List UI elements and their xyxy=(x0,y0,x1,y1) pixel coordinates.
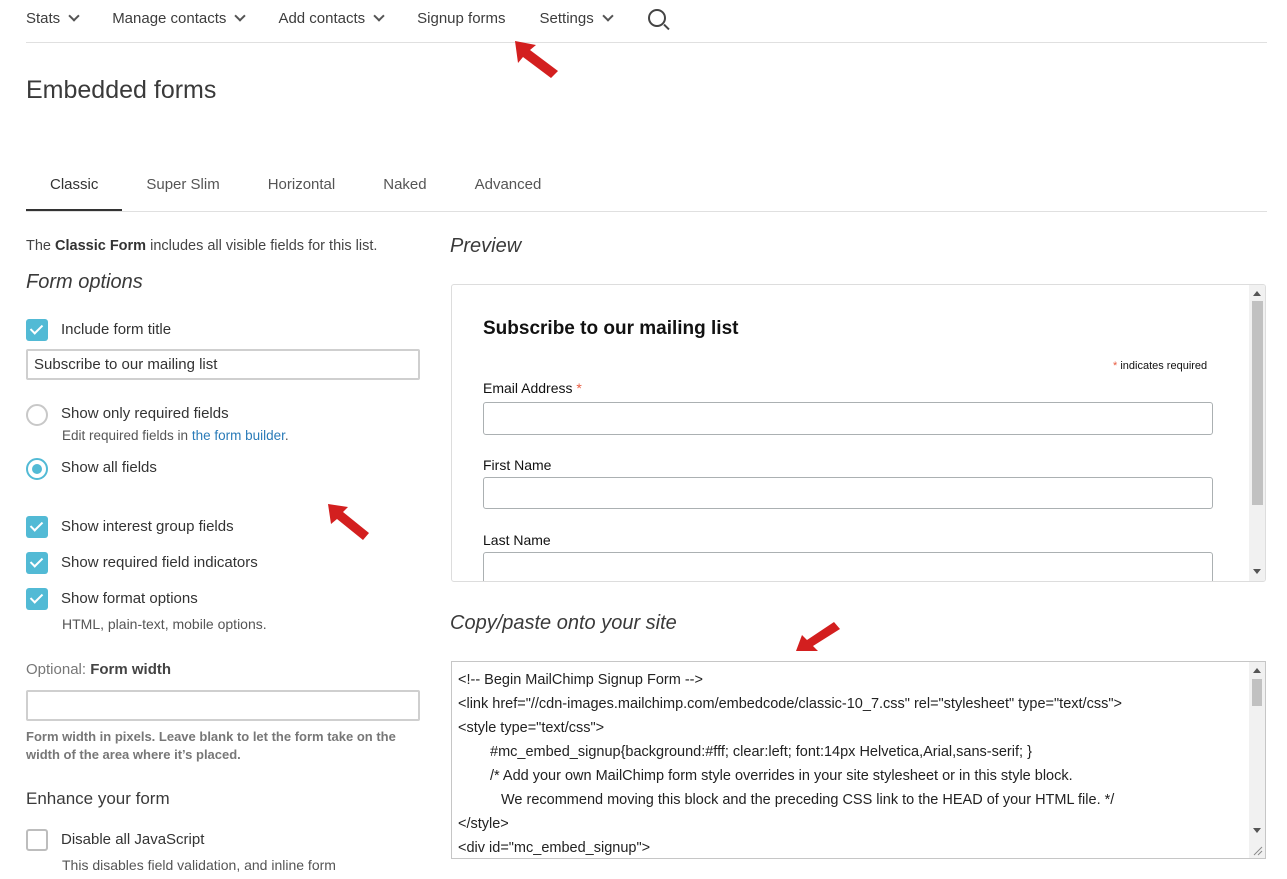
nav-signup-forms-label: Signup forms xyxy=(417,9,506,27)
preview-first-name-input[interactable] xyxy=(483,477,1213,509)
interest-groups-checkbox[interactable] xyxy=(26,516,48,538)
code-scroll-thumb[interactable] xyxy=(1252,679,1262,706)
nav-stats-label: Stats xyxy=(26,9,61,27)
scroll-down-icon[interactable] xyxy=(1253,569,1261,574)
annotation-arrow-icon xyxy=(796,622,840,651)
required-note-text: indicates required xyxy=(1117,360,1208,372)
intro-suffix: includes all visible fields for this lis… xyxy=(146,238,378,254)
copy-paste-heading: Copy/paste onto your site xyxy=(450,612,677,634)
email-required-star: * xyxy=(576,380,582,396)
required-indicators-label: Show required field indicators xyxy=(61,554,258,571)
form-width-bold: Form width xyxy=(90,661,172,678)
preview-first-name-label: First Name xyxy=(483,457,552,473)
format-options-hint: HTML, plain-text, mobile options. xyxy=(62,616,267,632)
scroll-down-icon[interactable] xyxy=(1253,828,1261,833)
interest-groups-label: Show interest group fields xyxy=(61,518,234,535)
tab-classic[interactable]: Classic xyxy=(26,170,123,212)
search-icon xyxy=(647,9,666,27)
nav-settings-label: Settings xyxy=(539,9,594,27)
include-title-label: Include form title xyxy=(61,321,172,338)
form-width-input[interactable] xyxy=(26,690,420,721)
preview-required-note: * indicates required xyxy=(1113,360,1207,372)
nav-settings[interactable]: Settings xyxy=(539,9,614,27)
email-label-text: Email Address xyxy=(483,380,573,396)
scroll-up-icon[interactable] xyxy=(1253,291,1261,296)
nav-manage-contacts[interactable]: Manage contacts xyxy=(112,9,247,27)
preview-last-name-input[interactable] xyxy=(483,552,1213,581)
format-options-label: Show format options xyxy=(61,590,198,607)
include-title-checkbox[interactable] xyxy=(26,319,48,341)
show-required-fields-radio[interactable] xyxy=(26,404,48,426)
preview-email-input[interactable] xyxy=(483,402,1213,435)
tabs-divider xyxy=(26,211,1267,212)
preview-last-name-label: Last Name xyxy=(483,532,551,548)
show-all-fields-radio[interactable] xyxy=(26,458,48,480)
chevron-down-icon xyxy=(234,10,247,22)
annotation-arrow-icon xyxy=(515,41,558,78)
code-line: </style> xyxy=(458,816,509,832)
show-all-fields-label: Show all fields xyxy=(61,459,157,476)
required-fields-hint: Edit required fields in the form builder… xyxy=(62,428,289,443)
form-type-tabs: Classic Super Slim Horizontal Naked Adva… xyxy=(26,170,565,212)
code-line: We recommend moving this block and the p… xyxy=(501,792,1115,808)
code-line: <div id="mc_embed_signup"> xyxy=(458,840,651,856)
form-builder-link[interactable]: the form builder xyxy=(192,428,285,443)
nav-search-button[interactable] xyxy=(646,9,666,27)
tab-horizontal[interactable]: Horizontal xyxy=(244,170,360,209)
code-scrollbar[interactable] xyxy=(1249,662,1265,858)
top-nav: Stats Manage contacts Add contacts Signu… xyxy=(26,0,700,36)
form-title-input[interactable] xyxy=(26,349,420,380)
disable-js-hint: This disables field validation, and inli… xyxy=(62,857,336,873)
preview-frame: Subscribe to our mailing list * indicate… xyxy=(451,284,1266,582)
nav-add-contacts[interactable]: Add contacts xyxy=(278,9,385,27)
form-width-optional: Optional: xyxy=(26,661,91,678)
preview-form-title: Subscribe to our mailing list xyxy=(483,318,739,339)
code-line: <!-- Begin MailChimp Signup Form --> xyxy=(458,672,703,688)
required-hint-prefix: Edit required fields in xyxy=(62,428,192,443)
enhance-heading: Enhance your form xyxy=(26,789,170,808)
format-options-checkbox[interactable] xyxy=(26,588,48,610)
disable-js-checkbox[interactable] xyxy=(26,829,48,851)
annotation-arrow-icon xyxy=(328,504,369,540)
chevron-down-icon xyxy=(68,10,80,22)
nav-stats[interactable]: Stats xyxy=(26,9,80,27)
chevron-down-icon xyxy=(373,10,385,22)
tab-super-slim[interactable]: Super Slim xyxy=(122,170,243,209)
form-description: The Classic Form includes all visible fi… xyxy=(26,238,377,254)
code-line: <link href="//cdn-images.mailchimp.com/e… xyxy=(458,696,1122,712)
intro-form-name: Classic Form xyxy=(55,238,147,254)
code-line: <style type="text/css"> xyxy=(458,720,605,736)
page-title: Embedded forms xyxy=(26,76,217,104)
resize-handle-icon[interactable] xyxy=(1253,846,1263,856)
chevron-down-icon xyxy=(602,10,614,22)
nav-add-contacts-label: Add contacts xyxy=(278,9,366,27)
preview-scroll-thumb[interactable] xyxy=(1252,301,1263,505)
required-hint-suffix: . xyxy=(284,428,289,443)
tab-advanced[interactable]: Advanced xyxy=(451,170,566,209)
disable-js-label: Disable all JavaScript xyxy=(61,831,205,848)
code-line: /* Add your own MailChimp form style ove… xyxy=(490,768,1073,784)
form-width-help: Form width in pixels. Leave blank to let… xyxy=(26,729,396,762)
nav-manage-contacts-label: Manage contacts xyxy=(112,9,227,27)
required-indicators-checkbox[interactable] xyxy=(26,552,48,574)
form-options-heading: Form options xyxy=(26,271,143,293)
intro-prefix: The xyxy=(26,238,56,254)
nav-signup-forms[interactable]: Signup forms xyxy=(417,10,505,27)
embed-code-textarea[interactable]: <!-- Begin MailChimp Signup Form --> <li… xyxy=(451,661,1266,859)
form-width-label: Optional: Form width xyxy=(26,661,171,678)
preview-email-label: Email Address * xyxy=(483,380,582,396)
show-required-fields-label: Show only required fields xyxy=(61,405,229,422)
tab-naked[interactable]: Naked xyxy=(359,170,450,209)
code-line: #mc_embed_signup{background:#fff; clear:… xyxy=(490,744,1032,760)
preview-heading: Preview xyxy=(450,235,522,257)
nav-divider xyxy=(26,42,1267,43)
preview-scrollbar[interactable] xyxy=(1249,285,1265,581)
scroll-up-icon[interactable] xyxy=(1253,668,1261,673)
